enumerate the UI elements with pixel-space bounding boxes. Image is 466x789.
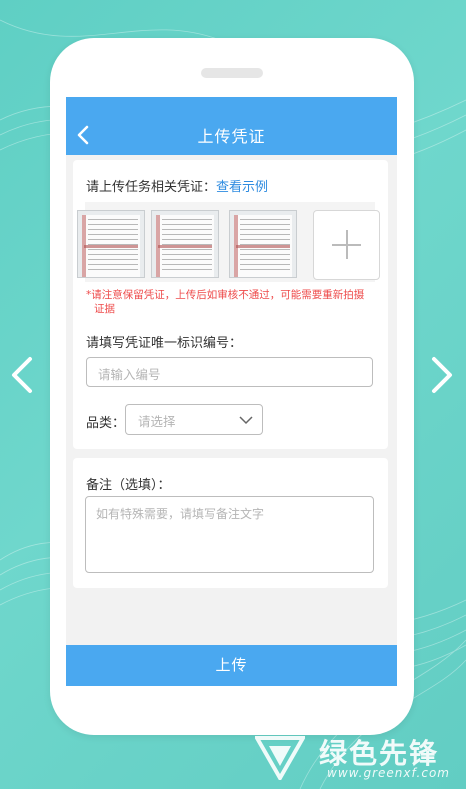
note-card: 备注（选填）： 如有特殊需要，请填写备注文字 (73, 458, 388, 588)
category-label: 品类： (86, 416, 126, 431)
proof-upload-card: 请上传任务相关凭证：查看示例 *请注意保留凭证，上传后如审核不通过，可能需要重新… (73, 160, 388, 449)
previous-arrow-icon[interactable] (6, 355, 36, 395)
phone-speaker (201, 68, 263, 78)
note-placeholder: 如有特殊需要，请填写备注文字 (96, 507, 265, 521)
page-title: 上传凭证 (197, 127, 266, 146)
category-select[interactable]: 请选择 (125, 404, 263, 435)
note-textarea[interactable]: 如有特殊需要，请填写备注文字 (85, 496, 374, 573)
phone-frame: 上传凭证 请上传任务相关凭证：查看示例 *请注意保留凭证，上传后如审核不通过，可… (50, 38, 414, 735)
chevron-down-icon (239, 416, 253, 425)
site-watermark: 绿色先锋 www.greenxf.com (255, 730, 460, 785)
id-number-placeholder: 请输入编号 (98, 367, 161, 382)
category-placeholder: 请选择 (138, 414, 176, 429)
warning-line: 证据 (94, 303, 115, 315)
note-label: 备注（选填）： (86, 478, 171, 493)
watermark-url: www.greenxf.com (327, 766, 450, 780)
retake-warning: *请注意保留凭证，上传后如审核不通过，可能需要重新拍摄 证据 (86, 288, 380, 316)
title-bar: 上传凭证 (66, 97, 397, 155)
proof-photo-thumbnail[interactable] (77, 210, 145, 278)
add-photo-button[interactable] (313, 210, 380, 280)
proof-photo-thumbnail[interactable] (229, 210, 297, 278)
id-field-label: 请填写凭证唯一标识编号： (86, 336, 243, 351)
photo-strip (77, 202, 380, 282)
id-number-input[interactable]: 请输入编号 (86, 357, 373, 387)
app-screen: 上传凭证 请上传任务相关凭证：查看示例 *请注意保留凭证，上传后如审核不通过，可… (66, 97, 397, 686)
upload-prompt: 请上传任务相关凭证：查看示例 (86, 176, 268, 195)
upload-prompt-text: 请上传任务相关凭证： (86, 180, 217, 195)
next-arrow-icon[interactable] (428, 355, 458, 395)
proof-photo-thumbnail[interactable] (151, 210, 219, 278)
upload-button[interactable]: 上传 (66, 645, 397, 686)
view-example-link[interactable]: 查看示例 (216, 180, 268, 195)
greenxf-logo-icon (255, 736, 305, 780)
warning-line: *请注意保留凭证，上传后如审核不通过，可能需要重新拍摄 (86, 289, 365, 301)
